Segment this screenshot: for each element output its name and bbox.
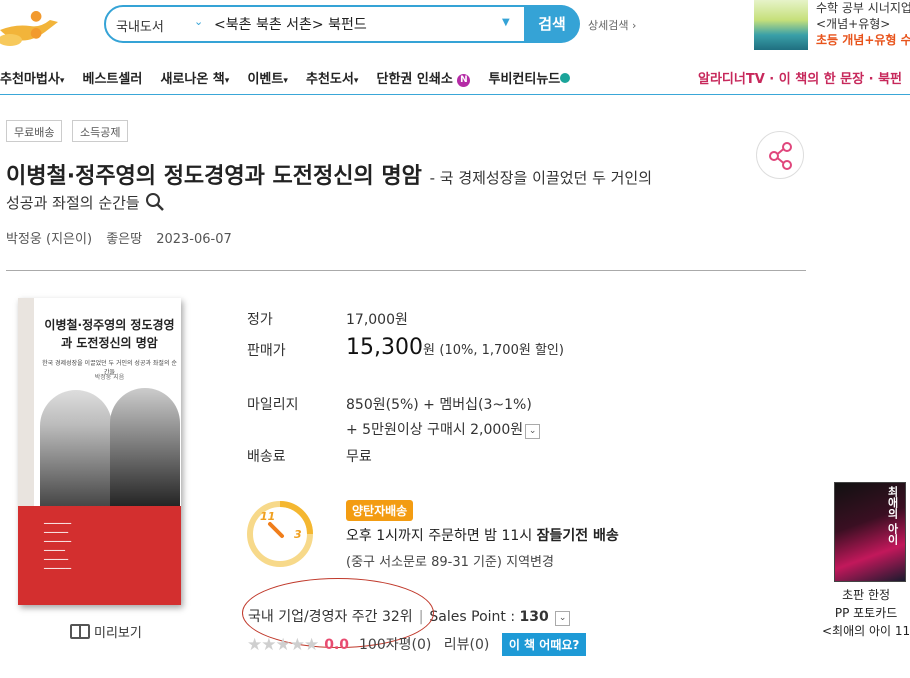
author-link[interactable]: 박정웅 (지은이) <box>6 232 92 247</box>
cover-author: 박정웅 지음 <box>94 374 125 381</box>
list-price-label: 정가 <box>247 312 273 328</box>
free-shipping-tag: 무료배송 <box>6 120 63 142</box>
nav-item-bestseller[interactable]: 베스트셀러 <box>82 72 142 87</box>
nav-item-recommend-wizard[interactable]: 추천마법사▾ <box>0 72 64 87</box>
advanced-search-link[interactable]: 상세검색 › <box>588 17 636 33</box>
side-ad-text[interactable]: 초판 한정 PP 포토카드 <최애의 아이 11 <box>822 586 910 640</box>
rating-score: 0.0 <box>324 637 350 653</box>
delivery-clock-icon: 11 3 <box>247 501 313 567</box>
cover-title: 이병철·정주영의 정도경영과 도전정신의 명암 <box>44 318 175 350</box>
ad-banner-image[interactable] <box>754 0 808 50</box>
dots-icon <box>560 73 571 83</box>
search-bar: 국내도서 ⌄ <북촌 북촌 서촌> 북펀드 ▼ 검색 <box>104 5 580 43</box>
book-subtitle: - 국 경제성장을 이끌었던 두 거인의 <box>429 169 653 187</box>
list-price-value: 17,000원 <box>346 312 408 328</box>
short-review-count[interactable]: 100자평(0) <box>359 637 431 653</box>
paw-icons: ● ● <box>30 8 43 41</box>
review-count[interactable]: 리뷰(0) <box>444 637 490 653</box>
delivery-text: 오후 1시까지 주문하면 밤 11시 잠들기전 배송 <box>346 528 619 544</box>
publish-date: 2023-06-07 <box>156 232 232 247</box>
book-title: 이병철·정주영의 정도경영과 도전정신의 명암 - 국 경제성장을 이끌었던 두… <box>6 164 653 189</box>
book-subtitle-line2: 성공과 좌절의 순간들 <box>6 192 165 213</box>
expand-icon[interactable]: ⌄ <box>525 424 541 439</box>
sales-point-expand-icon[interactable]: ⌄ <box>555 611 571 626</box>
ad-banner-text[interactable]: 수학 공부 시너지업! <개념+유형> 초등 개념+유형 수학 <box>816 0 910 48</box>
new-badge-icon: N <box>457 74 471 87</box>
search-input[interactable]: <북촌 북촌 서촌> 북펀드 <box>214 14 367 34</box>
tax-deduction-tag: 소득공제 <box>72 120 129 142</box>
side-ad-cover-title: 최애의 아이 <box>886 486 899 545</box>
cover-blurb-lines: ━━━━━━━━━ ━━━━━━━━ ━━━━━━━━━ ━━━━━━━ ━━━━━━━… <box>44 521 72 572</box>
portrait-photo-1 <box>40 390 112 508</box>
dropdown-triangle-icon[interactable]: ▼ <box>502 17 510 28</box>
search-button[interactable]: 검색 <box>524 5 580 43</box>
main-nav: 추천마법사▾ 베스트셀러 새로나온 책▾ 이벤트▾ 추천도서▾ 단한권 인쇄소 … <box>0 68 584 90</box>
shipping-value: 무료 <box>346 449 372 465</box>
share-icon <box>769 142 792 170</box>
delivery-badge: 양탄자배송 <box>346 500 414 521</box>
nav-item-events[interactable]: 이벤트▾ <box>247 72 287 87</box>
preview-button[interactable]: 미리보기 <box>70 622 142 641</box>
rating-row: ★★★★★ 0.0 100자평(0) 리뷰(0) 이 책 어때요? <box>247 633 587 656</box>
clock-3-label: 3 <box>294 528 302 541</box>
search-icon[interactable] <box>145 192 165 212</box>
sale-price: 15,300원 (10%, 1,700원 할인) <box>346 335 564 360</box>
nav-item-single-print[interactable]: 단한권 인쇄소 N <box>377 72 471 87</box>
divider <box>6 270 806 271</box>
shipping-label: 배송료 <box>247 449 286 465</box>
search-category-select[interactable]: 국내도서 <box>116 16 164 35</box>
book-open-icon <box>70 624 90 639</box>
nav-item-tobecontinued[interactable]: 투비컨티뉴드 <box>488 72 571 87</box>
mileage-extra: + 5만원이상 구매시 2,000원 ⌄ <box>346 419 541 439</box>
star-rating-icon: ★★★★★ <box>247 635 319 655</box>
nav-item-new-books[interactable]: 새로나온 책▾ <box>160 72 229 87</box>
book-meta: 박정웅 (지은이) 좋은땅 2023-06-07 <box>6 228 242 247</box>
nav-divider <box>0 94 910 95</box>
nav-right-links[interactable]: 알라디너TV · 이 책의 한 문장 · 북펀 <box>698 68 902 87</box>
book-cover-image[interactable]: 이병철·정주영의 정도경영과 도전정신의 명암 한국 경제성장을 이끌었던 두 … <box>18 298 181 605</box>
clock-11-label: 11 <box>260 510 275 523</box>
chevron-down-icon[interactable]: ⌄ <box>194 15 203 28</box>
mileage-value: 850원(5%) + 멤버십(3~1%) <box>346 397 532 413</box>
nav-item-recommended[interactable]: 추천도서▾ <box>306 72 358 87</box>
publisher-link[interactable]: 좋은땅 <box>106 232 142 247</box>
delivery-region[interactable]: (중구 서소문로 89-31 기준) 지역변경 <box>346 551 554 570</box>
portrait-photo-2 <box>110 388 180 508</box>
mileage-label: 마일리지 <box>247 397 299 413</box>
share-button[interactable] <box>756 131 804 179</box>
ask-book-button[interactable]: 이 책 어때요? <box>501 633 587 656</box>
sale-price-label: 판매가 <box>247 343 286 359</box>
